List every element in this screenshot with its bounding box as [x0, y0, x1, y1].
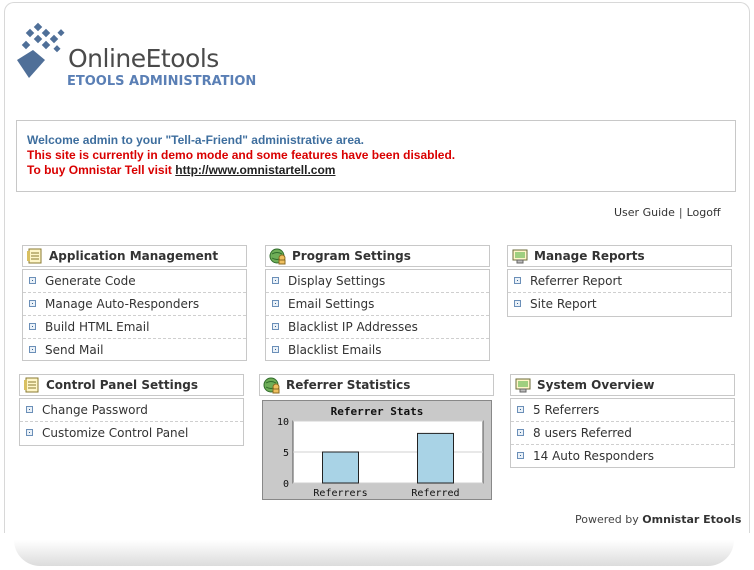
menu-item-users-referred-count[interactable]: 8 users Referred: [511, 422, 734, 445]
buy-prefix: To buy Omnistar Tell visit: [27, 163, 176, 177]
panel-stats-header: Referrer Statistics: [259, 374, 494, 396]
user-links: User Guide | Logoff: [614, 206, 721, 219]
item-label: Site Report: [530, 297, 597, 311]
globe-user-icon: [263, 377, 280, 394]
monitor-icon: [515, 378, 531, 393]
item-label: Manage Auto-Responders: [45, 297, 200, 311]
item-label: Change Password: [42, 403, 148, 417]
panel-app-header: Application Management: [22, 245, 247, 267]
brand-subtitle: ETOOLS ADMINISTRATION: [67, 74, 257, 89]
panel-app-title: Application Management: [49, 249, 219, 263]
bullet-icon: [272, 300, 279, 307]
bullet-icon: [29, 346, 36, 353]
item-label: 5 Referrers: [533, 403, 600, 417]
item-label: Blacklist IP Addresses: [288, 320, 418, 334]
item-label: Customize Control Panel: [42, 426, 189, 440]
panel-program-title: Program Settings: [292, 249, 411, 263]
item-label: Blacklist Emails: [288, 343, 382, 357]
globe-user-icon: [269, 248, 286, 265]
y-tick-label: 5: [283, 448, 289, 459]
bullet-icon: [26, 406, 33, 413]
bullet-icon: [26, 429, 33, 436]
item-label: Send Mail: [45, 343, 104, 357]
menu-item-build-html-email[interactable]: Build HTML Email: [23, 316, 246, 339]
bullet-icon: [272, 323, 279, 330]
item-label: Email Settings: [288, 297, 375, 311]
item-label: Display Settings: [288, 274, 386, 288]
user-guide-link[interactable]: User Guide: [614, 206, 675, 219]
item-label: Referrer Report: [530, 274, 623, 288]
y-tick-label: 10: [277, 417, 289, 428]
buy-message: To buy Omnistar Tell visit http://www.om…: [27, 163, 735, 178]
item-label: 14 Auto Responders: [533, 449, 654, 463]
y-tick-label: 0: [283, 479, 289, 490]
logoff-link[interactable]: Logoff: [687, 206, 721, 219]
panel-system-header: System Overview: [510, 374, 735, 396]
chart-canvas: Referrer Stats 10 5 0 Referrers Referred: [277, 405, 484, 499]
bar-referred: [417, 432, 454, 484]
panel-reports-header: Manage Reports: [507, 245, 732, 267]
bullet-icon: [517, 452, 524, 459]
panel-reports-body: Referrer Report Site Report: [507, 269, 732, 317]
powered-prefix: Powered by: [575, 513, 643, 526]
panel-control-title: Control Panel Settings: [46, 378, 198, 392]
panel-app-body: Generate Code Manage Auto-Responders Bui…: [22, 269, 247, 361]
bullet-icon: [514, 300, 521, 307]
bullet-icon: [272, 346, 279, 353]
bullet-icon: [29, 300, 36, 307]
brand-title: OnlineEtools: [68, 44, 219, 73]
panel-control-body: Change Password Customize Control Panel: [19, 398, 244, 446]
panel-system-title: System Overview: [537, 378, 655, 392]
welcome-message: Welcome admin to your "Tell-a-Friend" ad…: [27, 133, 365, 147]
item-label: Generate Code: [45, 274, 136, 288]
panel-system-body: 5 Referrers 8 users Referred 14 Auto Res…: [510, 398, 735, 468]
bullet-icon: [272, 277, 279, 284]
menu-item-site-report[interactable]: Site Report: [508, 293, 731, 315]
item-label: 8 users Referred: [533, 426, 632, 440]
panel-program-header: Program Settings: [265, 245, 490, 267]
bullet-icon: [29, 277, 36, 284]
menu-item-change-password[interactable]: Change Password: [20, 399, 243, 422]
menu-item-blacklist-emails[interactable]: Blacklist Emails: [266, 339, 489, 361]
menu-item-blacklist-ip[interactable]: Blacklist IP Addresses: [266, 316, 489, 339]
bullet-icon: [517, 429, 524, 436]
userlinks-separator: |: [678, 206, 683, 219]
demo-message: This site is currently in demo mode and …: [27, 148, 456, 162]
powered-by: Powered by Omnistar Etools: [575, 513, 741, 526]
panel-reports-title: Manage Reports: [534, 249, 645, 263]
notice-box: Welcome admin to your "Tell-a-Friend" ad…: [16, 120, 736, 192]
menu-item-generate-code[interactable]: Generate Code: [23, 270, 246, 293]
menu-item-send-mail[interactable]: Send Mail: [23, 339, 246, 361]
bottom-shadow: [14, 540, 734, 566]
x-category-label: Referred: [411, 488, 459, 499]
menu-item-manage-auto-responders[interactable]: Manage Auto-Responders: [23, 293, 246, 316]
panel-stats-title: Referrer Statistics: [286, 378, 411, 392]
bullet-icon: [514, 277, 521, 284]
panel-program-body: Display Settings Email Settings Blacklis…: [265, 269, 490, 361]
menu-item-auto-responders-count[interactable]: 14 Auto Responders: [511, 445, 734, 467]
notepad-icon: [27, 248, 42, 264]
buy-link[interactable]: http://www.omnistartell.com: [175, 163, 335, 177]
panel-control-header: Control Panel Settings: [19, 374, 244, 396]
bullet-icon: [517, 406, 524, 413]
notepad-icon: [24, 377, 39, 393]
powered-brand: Omnistar Etools: [642, 513, 742, 526]
referrer-chart: Referrer Stats 10 5 0 Referrers Referred: [262, 400, 492, 500]
menu-item-display-settings[interactable]: Display Settings: [266, 270, 489, 293]
menu-item-referrer-report[interactable]: Referrer Report: [508, 270, 731, 293]
monitor-icon: [512, 249, 528, 264]
menu-item-customize-control-panel[interactable]: Customize Control Panel: [20, 422, 243, 444]
chart-title: Referrer Stats: [331, 405, 424, 418]
bullet-icon: [29, 323, 36, 330]
menu-item-email-settings[interactable]: Email Settings: [266, 293, 489, 316]
bar-referrers: [322, 451, 359, 484]
item-label: Build HTML Email: [45, 320, 150, 334]
x-category-label: Referrers: [313, 488, 367, 499]
menu-item-referrers-count[interactable]: 5 Referrers: [511, 399, 734, 422]
